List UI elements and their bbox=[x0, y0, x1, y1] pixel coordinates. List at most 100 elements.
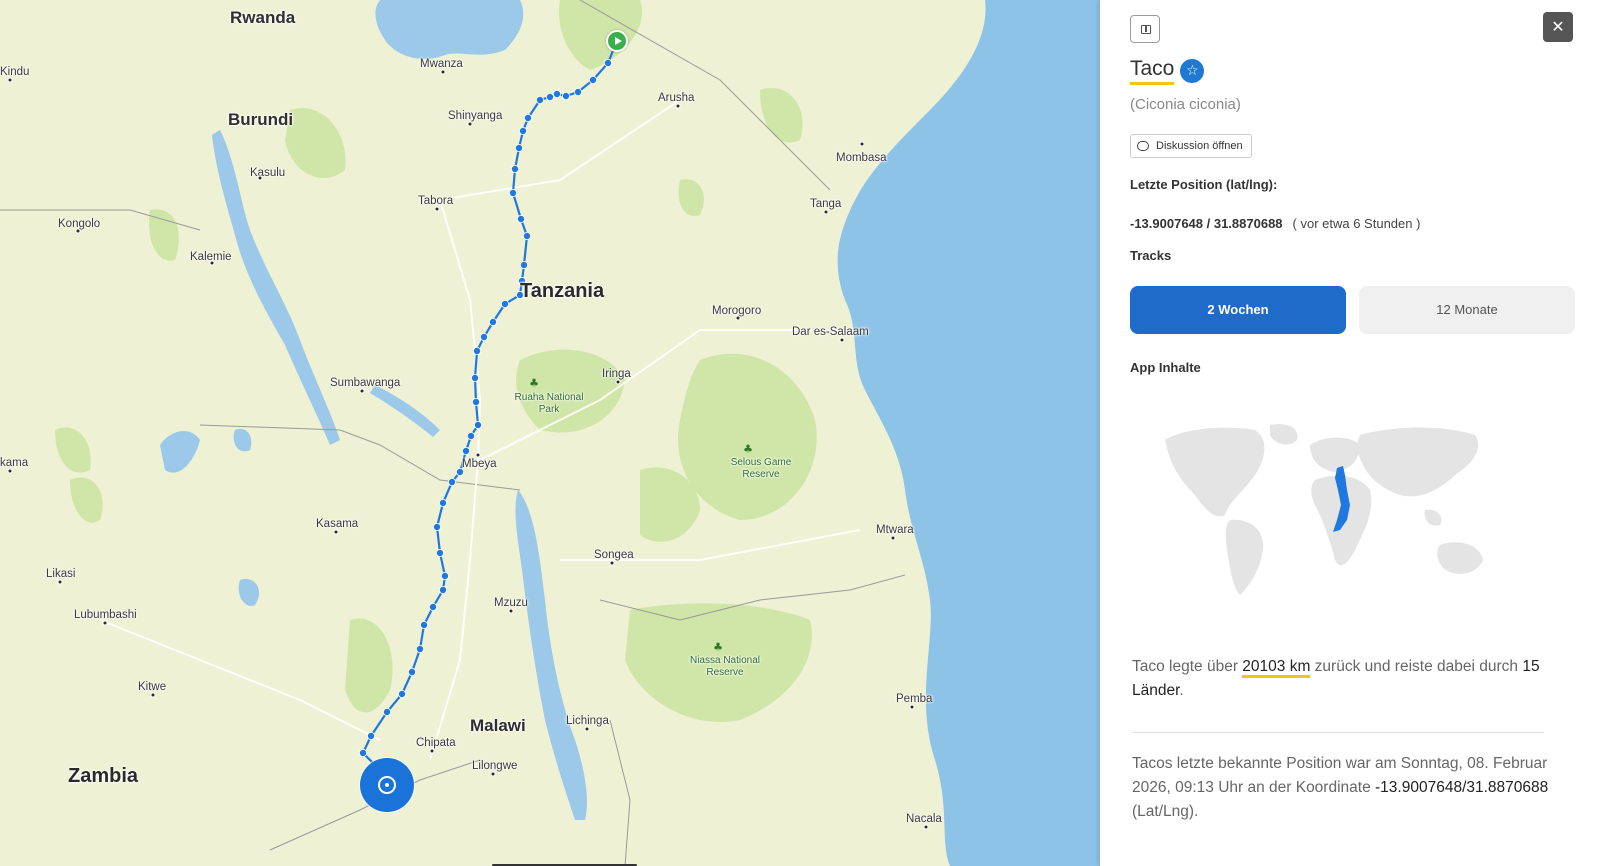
track-point[interactable] bbox=[604, 59, 613, 68]
place-label-mombasa: Mombasa bbox=[836, 152, 887, 164]
place-label-tanga: Tanga bbox=[810, 198, 842, 210]
place-label-lichinga: Lichinga bbox=[566, 715, 609, 727]
track-point[interactable] bbox=[382, 708, 391, 717]
distance-text-2: zurück und reiste dabei durch bbox=[1310, 658, 1523, 675]
map-base-layer bbox=[0, 0, 1100, 866]
track-point[interactable] bbox=[510, 164, 519, 173]
city-dot bbox=[909, 704, 915, 710]
track-point[interactable] bbox=[358, 749, 367, 758]
track-point[interactable] bbox=[447, 477, 456, 486]
track-point[interactable] bbox=[500, 299, 509, 308]
track-12-months-button[interactable]: 12 Monate bbox=[1359, 286, 1575, 334]
place-label-tanzania: Tanzania bbox=[520, 280, 605, 302]
track-point[interactable] bbox=[479, 332, 488, 341]
current-position-crosshair-icon[interactable] bbox=[360, 758, 414, 812]
track-point[interactable] bbox=[546, 93, 555, 102]
tracks-label: Tracks bbox=[1130, 248, 1172, 263]
track-point[interactable] bbox=[519, 127, 528, 136]
track-point[interactable] bbox=[523, 231, 532, 240]
app-root: Rwanda Burundi Tanzania Zambia Malawi Mwanza S… bbox=[0, 0, 1600, 866]
track-point[interactable] bbox=[553, 90, 562, 99]
place-label-shinyanga: Shinyanga bbox=[448, 110, 503, 122]
track-point[interactable] bbox=[488, 317, 497, 326]
track-point[interactable] bbox=[562, 92, 571, 101]
city-dot bbox=[102, 620, 108, 626]
place-label-sumbawanga: Sumbawanga bbox=[330, 377, 401, 389]
track-point[interactable] bbox=[472, 346, 481, 355]
track-point[interactable] bbox=[520, 260, 529, 269]
city-dot bbox=[150, 692, 156, 698]
city-dot bbox=[859, 141, 865, 147]
city-dot bbox=[257, 175, 263, 181]
track-point[interactable] bbox=[574, 88, 583, 97]
track-point[interactable] bbox=[432, 523, 441, 532]
track-point[interactable] bbox=[440, 572, 449, 581]
place-label-arusha: Arusha bbox=[658, 92, 695, 104]
place-label-tabora: Tabora bbox=[418, 195, 454, 207]
city-dot bbox=[823, 209, 829, 215]
start-marker-play-icon[interactable] bbox=[606, 30, 628, 52]
place-label-mbeya: Mbeya bbox=[462, 458, 497, 470]
divider bbox=[1132, 732, 1544, 733]
track-point[interactable] bbox=[473, 420, 482, 429]
city-dot bbox=[440, 69, 446, 75]
last-position-ago: ( vor etwa 6 Stunden ) bbox=[1292, 216, 1421, 231]
city-dot bbox=[209, 260, 215, 266]
city-dot bbox=[57, 579, 63, 585]
place-label-mtwara: Mtwara bbox=[876, 524, 914, 536]
city-dot bbox=[675, 103, 681, 109]
park-tree-icon: ♣ bbox=[713, 640, 723, 654]
last-known-suffix: (Lat/Lng). bbox=[1132, 803, 1199, 820]
track-point[interactable] bbox=[508, 188, 517, 197]
bird-title-row: Taco ☆ bbox=[1130, 56, 1205, 85]
city-dot bbox=[359, 388, 365, 394]
track-point[interactable] bbox=[366, 732, 375, 741]
world-overview-map bbox=[1165, 424, 1483, 595]
open-discussion-label: Diskussion öffnen bbox=[1156, 140, 1243, 152]
place-label-nacala: Nacala bbox=[906, 813, 942, 825]
chat-icon bbox=[1137, 141, 1149, 151]
city-dot bbox=[609, 560, 615, 566]
track-point[interactable] bbox=[419, 621, 428, 630]
track-point[interactable] bbox=[415, 645, 424, 654]
track-point[interactable] bbox=[438, 498, 447, 507]
track-point[interactable] bbox=[589, 76, 598, 85]
place-label-burundi: Burundi bbox=[228, 110, 294, 129]
city-dot bbox=[475, 452, 481, 458]
place-label-kasulu: Kasulu bbox=[250, 167, 286, 179]
city-dot bbox=[839, 337, 845, 343]
sidebar-icon bbox=[1141, 25, 1151, 34]
track-point[interactable] bbox=[517, 214, 526, 223]
city-dot bbox=[75, 228, 81, 234]
star-icon[interactable]: ☆ bbox=[1180, 58, 1205, 83]
city-dot bbox=[735, 315, 741, 321]
track-point[interactable] bbox=[536, 96, 545, 105]
track-point[interactable] bbox=[435, 549, 444, 558]
open-discussion-button[interactable]: Diskussion öffnen bbox=[1130, 134, 1252, 158]
track-point[interactable] bbox=[461, 446, 470, 455]
map-view[interactable]: Rwanda Burundi Tanzania Zambia Malawi Mwanza S… bbox=[0, 0, 1100, 866]
city-dot bbox=[615, 379, 621, 385]
place-label-likasi: Likasi bbox=[46, 568, 76, 580]
track-point[interactable] bbox=[466, 431, 475, 440]
track-point[interactable] bbox=[470, 373, 479, 382]
park-tree-icon: ♣ bbox=[743, 442, 753, 456]
place-label-chipata: Chipata bbox=[416, 737, 456, 749]
distance-text-3: . bbox=[1179, 682, 1184, 699]
place-label-songea: Songea bbox=[594, 549, 634, 561]
city-dot bbox=[923, 824, 929, 830]
city-dot bbox=[508, 608, 514, 614]
track-point[interactable] bbox=[407, 668, 416, 677]
last-known-coords: -13.9007648/31.8870688 bbox=[1375, 779, 1549, 796]
track-point[interactable] bbox=[515, 143, 524, 152]
close-button[interactable]: ✕ bbox=[1543, 12, 1573, 42]
panel-toggle-button[interactable] bbox=[1130, 15, 1160, 43]
track-point[interactable] bbox=[428, 603, 437, 612]
track-point[interactable] bbox=[397, 690, 406, 699]
track-point[interactable] bbox=[438, 586, 447, 595]
species-name: (Ciconia ciconia) bbox=[1130, 96, 1241, 113]
track-point[interactable] bbox=[471, 397, 480, 406]
track-point[interactable] bbox=[524, 114, 533, 123]
track-2-weeks-button[interactable]: 2 Wochen bbox=[1130, 286, 1346, 334]
city-dot bbox=[429, 748, 435, 754]
